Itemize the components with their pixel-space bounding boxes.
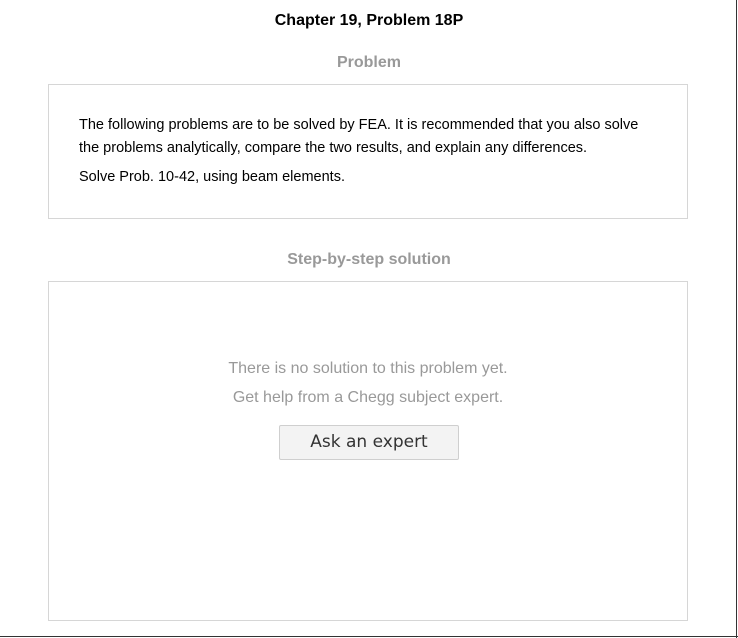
problem-heading: Problem	[336, 54, 401, 71]
solution-panel: There is no solution to this problem yet…	[48, 281, 688, 621]
problem-panel: The following problems are to be solved …	[48, 84, 688, 219]
problem-statement: The following problems are to be solved …	[79, 117, 639, 156]
page-title: Chapter 19, Problem 18P	[274, 12, 464, 29]
problem-instruction: Solve Prob. 10-42, using beam elements.	[79, 169, 345, 185]
ask-expert-button[interactable]: Ask an expert	[279, 425, 459, 460]
no-solution-message: There is no solution to this problem yet…	[228, 360, 508, 377]
expert-help-message: Get help from a Chegg subject expert.	[232, 389, 504, 406]
page-border-right	[736, 0, 737, 638]
solution-heading: Step-by-step solution	[287, 251, 451, 268]
page-border-bottom	[0, 636, 738, 637]
